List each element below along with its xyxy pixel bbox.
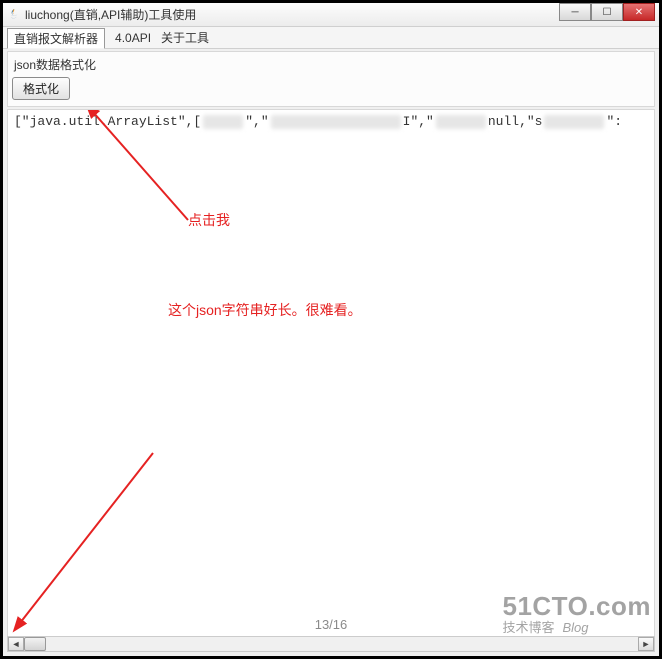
- window-title: liuchong(直销,API辅助)工具使用: [25, 6, 196, 23]
- minimize-button[interactable]: ─: [559, 3, 591, 21]
- close-button[interactable]: ✕: [623, 3, 655, 21]
- horizontal-scrollbar[interactable]: ◄ ►: [7, 636, 655, 652]
- menu-about[interactable]: 关于工具: [161, 29, 209, 46]
- window-controls: ─ ☐ ✕: [559, 3, 655, 26]
- page-indicator: 13/16: [3, 617, 659, 632]
- annotation-click-me: 点击我: [188, 210, 230, 230]
- code-seg-mid3: null,"s: [488, 114, 543, 129]
- titlebar: liuchong(直销,API辅助)工具使用 ─ ☐ ✕: [3, 3, 659, 27]
- menubar: 直销报文解析器 4.0API 关于工具: [3, 27, 659, 49]
- scroll-track[interactable]: [24, 637, 638, 651]
- annotation-long-json: 这个json字符串好长。很难看。: [168, 300, 362, 320]
- blurred-text: [544, 115, 604, 129]
- code-seg-mid1: ",": [245, 114, 268, 129]
- content-area: ["java.util.ArrayList",[ "," I"," null,"…: [7, 109, 655, 652]
- menu-40api[interactable]: 4.0API: [115, 31, 151, 45]
- java-icon: [7, 8, 21, 22]
- json-text[interactable]: ["java.util.ArrayList",[ "," I"," null,"…: [14, 114, 622, 129]
- code-seg-tail: ":: [606, 114, 622, 129]
- json-format-section: json数据格式化 格式化: [7, 51, 655, 107]
- blurred-text: [436, 115, 486, 129]
- format-button[interactable]: 格式化: [12, 77, 70, 100]
- code-seg-prefix: ["java.util.ArrayList",[: [14, 114, 201, 129]
- maximize-button[interactable]: ☐: [591, 3, 623, 21]
- scroll-right-button[interactable]: ►: [638, 637, 654, 651]
- scroll-thumb[interactable]: [24, 637, 46, 651]
- section-title: json数据格式化: [14, 56, 650, 73]
- blurred-text: [271, 115, 401, 129]
- app-window: liuchong(直销,API辅助)工具使用 ─ ☐ ✕ 直销报文解析器 4.0…: [3, 3, 659, 656]
- scroll-left-button[interactable]: ◄: [8, 637, 24, 651]
- tab-parser[interactable]: 直销报文解析器: [7, 28, 105, 49]
- blurred-text: [203, 115, 243, 129]
- annotation-arrow-2: [8, 445, 168, 635]
- code-seg-mid2: I",": [403, 114, 434, 129]
